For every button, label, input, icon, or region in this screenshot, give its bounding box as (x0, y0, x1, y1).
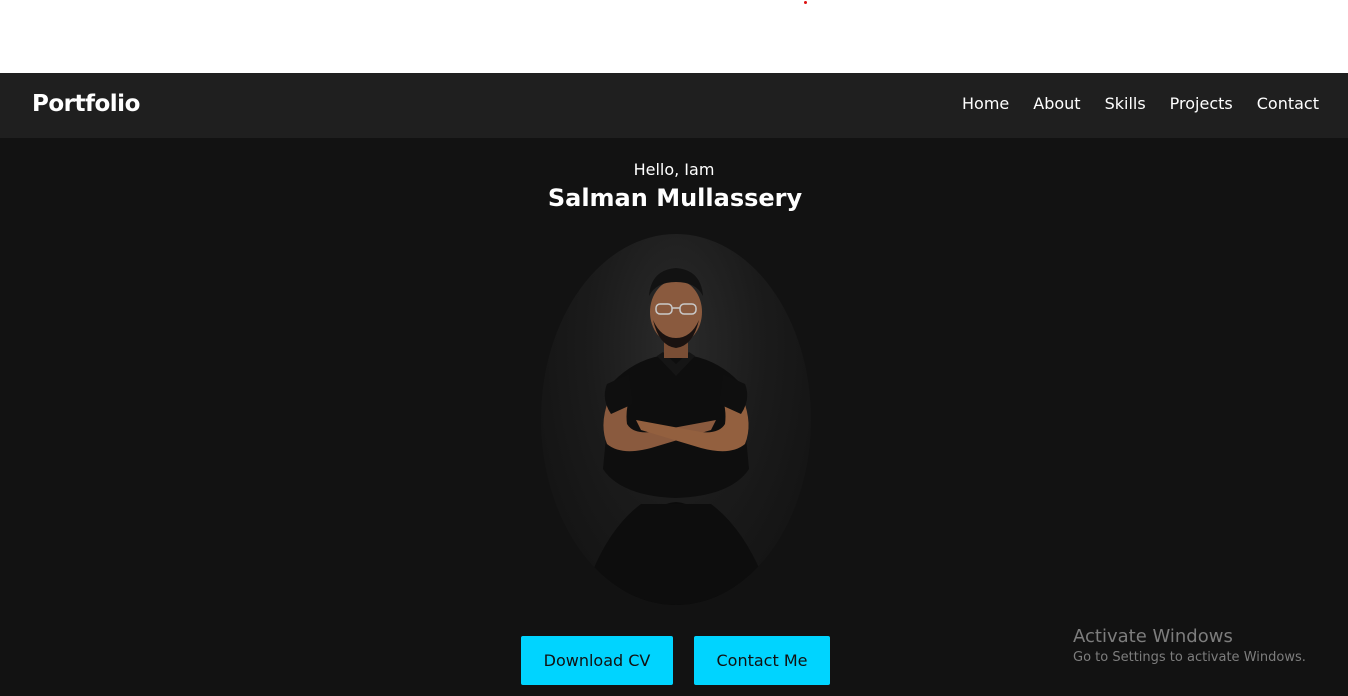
hero-section: Hello, Iam Salman Mullassery Download CV… (0, 138, 1348, 696)
hero-greeting: Hello, Iam (633, 160, 715, 179)
hero-name: Salman Mullassery (547, 184, 803, 212)
navbar: Portfolio Home About Skills Projects Con… (0, 73, 1348, 138)
watermark-title: Activate Windows (1073, 626, 1233, 647)
nav-link-home[interactable]: Home (962, 94, 1009, 113)
browser-blank-area (0, 0, 1348, 73)
nav-link-contact[interactable]: Contact (1257, 94, 1319, 113)
contact-me-button[interactable]: Contact Me (694, 636, 830, 685)
red-dot-marker (804, 1, 807, 4)
windows-activation-watermark: Activate Windows Go to Settings to activ… (1073, 626, 1306, 668)
profile-photo (541, 234, 811, 605)
watermark-subtitle: Go to Settings to activate Windows. (1073, 650, 1306, 665)
brand-logo[interactable]: Portfolio (32, 91, 140, 117)
download-cv-button[interactable]: Download CV (521, 636, 673, 685)
nav-link-about[interactable]: About (1033, 94, 1080, 113)
nav-link-skills[interactable]: Skills (1105, 94, 1146, 113)
nav-link-projects[interactable]: Projects (1170, 94, 1233, 113)
nav-links: Home About Skills Projects Contact (962, 94, 1319, 113)
